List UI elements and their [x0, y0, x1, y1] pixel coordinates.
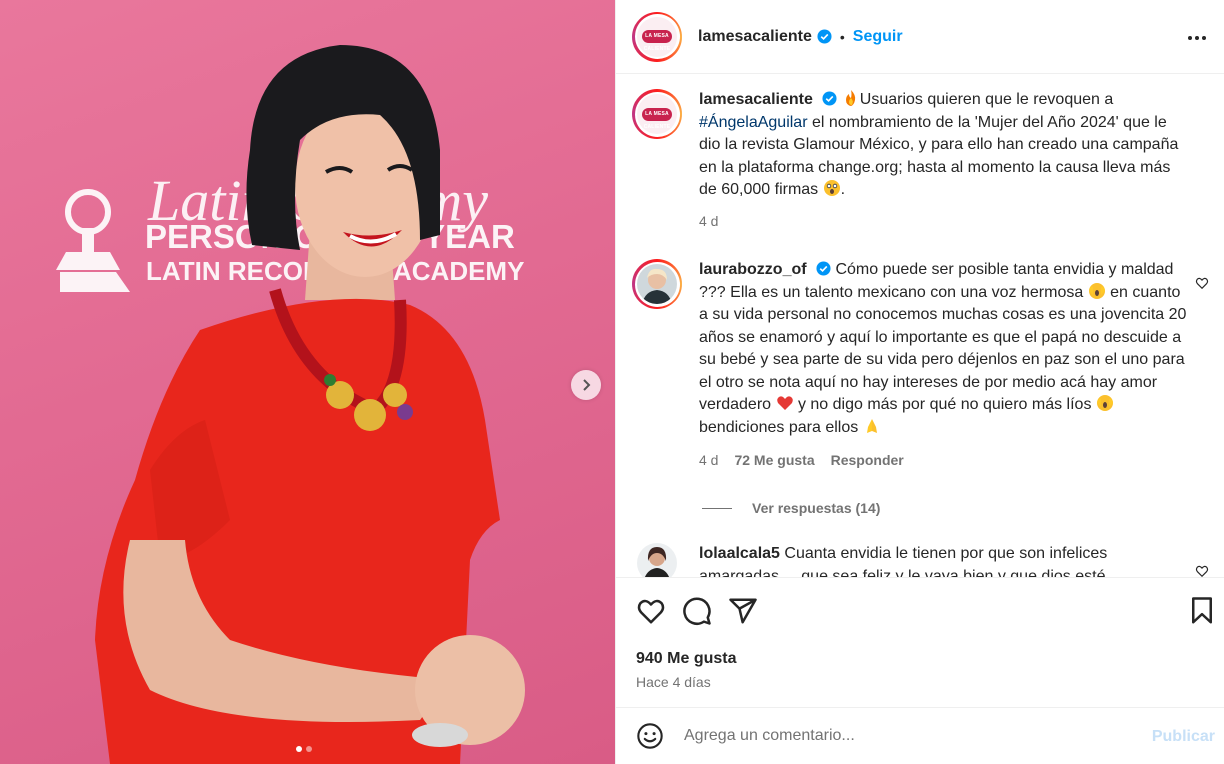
screaming-face-emoji-icon — [1096, 395, 1113, 411]
folded-hands-emoji-icon — [866, 418, 877, 433]
post-caption: LA MESA CALIENTE lamesacaliente Usuarios… — [632, 89, 1209, 232]
post-header: LA MESA CALIENTE lamesacaliente • Seguir — [616, 0, 1224, 74]
commenter-username[interactable]: lolaalcala5 — [699, 545, 780, 562]
commenter-photo — [637, 543, 677, 577]
person-figure — [95, 45, 525, 764]
emoji-picker-icon[interactable] — [636, 722, 664, 750]
brand-logo-text: LA MESA CALIENTE — [642, 30, 672, 52]
carousel-dot-1 — [296, 746, 302, 752]
astonished-face-emoji-icon — [823, 180, 840, 196]
brand-logo: LA MESA CALIENTE — [637, 16, 677, 57]
comment-text-3: y no digo más por qué no quiero más líos — [793, 396, 1096, 413]
share-paper-plane-icon[interactable] — [728, 596, 758, 626]
carousel-indicator — [296, 746, 312, 752]
post-media: Latin Grammy PERSON OF THE YEAR LATIN RE… — [0, 0, 615, 764]
caption-author-avatar[interactable]: LA MESA CALIENTE — [632, 89, 682, 139]
post-photo: Latin Grammy PERSON OF THE YEAR LATIN RE… — [56, 45, 525, 764]
comments-section[interactable]: LA MESA CALIENTE lamesacaliente Usuarios… — [616, 75, 1224, 577]
comment-time[interactable]: 4 d — [699, 449, 718, 472]
comment-text: Cuanta envidia le tienen por que son inf… — [784, 545, 1108, 562]
grammy-logo-icon — [56, 189, 130, 292]
like-comment-heart-icon[interactable] — [1195, 564, 1209, 577]
caption-text-start: Usuarios quieren que le revoquen a — [859, 91, 1114, 108]
author-username[interactable]: lamesacaliente — [698, 28, 812, 46]
add-comment-bar: Publicar — [616, 707, 1224, 764]
commenter-username[interactable]: laurabozzo_of — [699, 261, 807, 278]
author-avatar[interactable]: LA MESA CALIENTE — [632, 11, 682, 62]
comment-item: lolaalcala5 Cuanta envidia le tienen por… — [632, 543, 1209, 577]
red-heart-emoji-icon — [776, 396, 793, 410]
caption-username[interactable]: lamesacaliente — [699, 91, 813, 108]
caption-time[interactable]: 4 d — [699, 210, 718, 233]
post-timestamp[interactable]: Hace 4 días — [636, 674, 711, 690]
like-comment-heart-icon[interactable] — [1195, 276, 1209, 290]
comment-text-overflow: amargadas ... que sea feliz y le vaya bi… — [699, 567, 1106, 578]
comment-likes[interactable]: 72 Me gusta — [734, 449, 814, 472]
comment-item: laurabozzo_of Cómo puede ser posible tan… — [632, 259, 1209, 472]
save-bookmark-icon[interactable] — [1187, 596, 1217, 626]
screaming-face-emoji-icon — [1088, 282, 1105, 299]
follow-button[interactable]: Seguir — [853, 28, 903, 46]
replies-divider — [702, 507, 732, 509]
verified-badge-icon — [816, 261, 831, 276]
comment-text-4: bendiciones para ellos — [699, 418, 863, 436]
reply-button[interactable]: Responder — [831, 449, 904, 472]
comment-input[interactable] — [684, 727, 1124, 745]
like-count[interactable]: 940 Me gusta — [636, 650, 736, 668]
caption-text-end: . — [840, 181, 846, 198]
verified-badge-icon — [817, 29, 832, 44]
like-heart-icon[interactable] — [636, 596, 666, 626]
post-actions: 940 Me gusta Hace 4 días — [616, 577, 1224, 707]
more-options-icon[interactable] — [1185, 26, 1209, 50]
carousel-dot-2 — [306, 746, 312, 752]
commenter-photo — [637, 264, 677, 304]
publish-button[interactable]: Publicar — [1152, 728, 1215, 746]
view-replies-button[interactable]: Ver respuestas (14) — [702, 500, 880, 516]
post-details-panel: LA MESA CALIENTE lamesacaliente • Seguir — [615, 0, 1224, 764]
verified-badge-icon — [822, 91, 837, 106]
chevron-right-icon — [583, 379, 591, 391]
header-separator: • — [839, 28, 845, 45]
commenter-avatar[interactable] — [632, 543, 682, 577]
comment-bubble-icon[interactable] — [682, 596, 712, 626]
fire-emoji-icon — [845, 90, 855, 106]
caption-hashtag[interactable]: #ÁngelaAguilar — [699, 114, 808, 131]
instagram-post: Latin Grammy PERSON OF THE YEAR LATIN RE… — [0, 0, 1224, 764]
commenter-avatar[interactable] — [632, 259, 682, 309]
carousel-next-button[interactable] — [571, 370, 601, 400]
